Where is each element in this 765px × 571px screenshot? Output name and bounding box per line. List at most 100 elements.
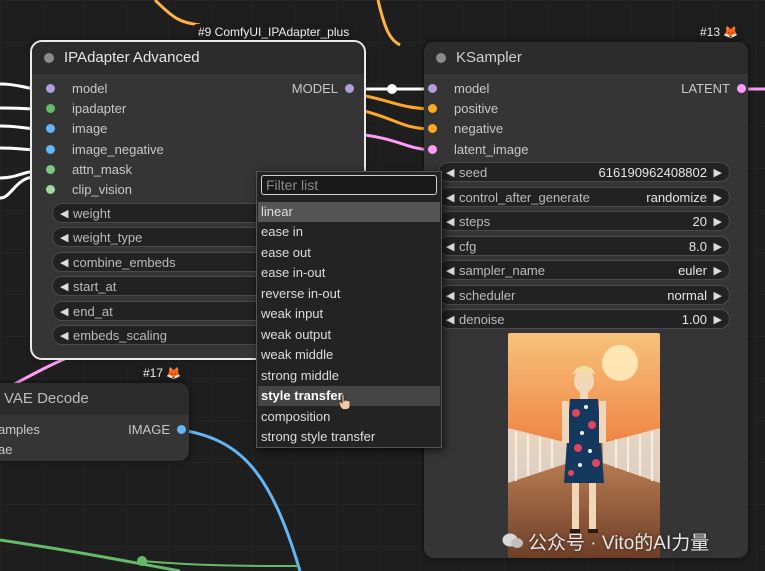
slot-dot[interactable]: [46, 185, 55, 194]
slot-dot[interactable]: [428, 145, 437, 154]
increment-arrow-icon[interactable]: ▶: [714, 237, 722, 257]
input-slot-model[interactable]: model: [46, 80, 107, 98]
vae-node-badge: #17 🦊: [138, 365, 187, 382]
slot-dot[interactable]: [46, 84, 55, 93]
slot-label: image_negative: [72, 142, 164, 157]
input-slot-model[interactable]: model: [428, 80, 489, 98]
widget-label: sampler_name: [459, 263, 545, 278]
menu-item[interactable]: composition: [258, 407, 440, 427]
slot-label: negative: [454, 121, 504, 136]
widget-value: 8.0: [688, 239, 707, 254]
fox-icon: 🦊: [166, 366, 182, 380]
input-slot-negative[interactable]: negative: [428, 120, 503, 138]
menu-item[interactable]: linear: [258, 202, 440, 222]
slot-dot[interactable]: [428, 124, 437, 133]
slot-dot[interactable]: [46, 145, 55, 154]
filter-input[interactable]: Filter list: [261, 175, 437, 195]
input-slot-ipadapter[interactable]: ipadapter: [46, 100, 126, 118]
ksampler-node-header[interactable]: KSampler: [424, 42, 748, 74]
output-slot-image[interactable]: IMAGE: [128, 421, 186, 439]
vae-node-header[interactable]: VAE Decode: [0, 383, 189, 415]
menu-item[interactable]: weak input: [258, 304, 440, 324]
decrement-arrow-icon[interactable]: ◀: [446, 188, 454, 208]
widget-value: 616190962408802: [598, 165, 707, 180]
input-slot-image[interactable]: image: [46, 120, 107, 138]
increment-arrow-icon[interactable]: ▶: [714, 261, 722, 281]
input-slot-vae[interactable]: ae: [0, 441, 12, 459]
output-slot-model[interactable]: MODEL: [292, 80, 354, 98]
widget-scheduler[interactable]: ◀ scheduler normal ▶: [438, 285, 730, 305]
node-collapse-dot[interactable]: [44, 53, 54, 63]
menu-item[interactable]: strong style transfer: [258, 427, 440, 447]
wechat-icon: [502, 533, 523, 548]
decrement-arrow-icon[interactable]: ◀: [60, 253, 68, 273]
widget-label: end_at: [73, 304, 113, 319]
decrement-arrow-icon[interactable]: ◀: [60, 204, 68, 224]
increment-arrow-icon[interactable]: ▶: [714, 188, 722, 208]
menu-item[interactable]: reverse in-out: [258, 284, 440, 304]
decrement-arrow-icon[interactable]: ◀: [60, 277, 68, 297]
slot-dot[interactable]: [737, 84, 746, 93]
decrement-arrow-icon[interactable]: ◀: [446, 163, 454, 183]
menu-item[interactable]: ease out: [258, 243, 440, 263]
watermark: 公众号 · Vito的AI力量: [502, 528, 709, 555]
widget-denoise[interactable]: ◀ denoise 1.00 ▶: [438, 309, 730, 329]
decrement-arrow-icon[interactable]: ◀: [446, 212, 454, 232]
slot-dot[interactable]: [428, 84, 437, 93]
widget-sampler-name[interactable]: ◀ sampler_name euler ▶: [438, 260, 730, 280]
slot-dot[interactable]: [46, 104, 55, 113]
slot-label: clip_vision: [72, 182, 132, 197]
slot-label: positive: [454, 101, 499, 116]
increment-arrow-icon[interactable]: ▶: [714, 163, 722, 183]
decrement-arrow-icon[interactable]: ◀: [446, 261, 454, 281]
input-slot-attn-mask[interactable]: attn_mask: [46, 161, 132, 179]
widget-value: 1.00: [681, 312, 707, 327]
ipadapter-node-title: IPAdapter Advanced: [64, 49, 200, 66]
vae-node-title: VAE Decode: [4, 390, 89, 407]
input-slot-samples[interactable]: amples: [0, 421, 40, 439]
slot-dot[interactable]: [46, 165, 55, 174]
vae-decode-node[interactable]: VAE Decode amples ae IMAGE: [0, 383, 189, 461]
menu-item[interactable]: ease in: [258, 222, 440, 242]
node-collapse-dot[interactable]: [436, 53, 446, 63]
slot-label: MODEL: [291, 81, 338, 96]
slot-dot[interactable]: [345, 84, 354, 93]
preview-image: [508, 333, 660, 558]
widget-value: randomize: [646, 190, 707, 205]
widget-label: start_at: [73, 279, 117, 294]
widget-steps[interactable]: ◀ steps 20 ▶: [438, 211, 730, 231]
widget-seed[interactable]: ◀ seed 616190962408802 ▶: [438, 162, 730, 182]
slot-dot[interactable]: [428, 104, 437, 113]
slot-label: ipadapter: [72, 101, 127, 116]
input-slot-image-negative[interactable]: image_negative: [46, 141, 164, 159]
increment-arrow-icon[interactable]: ▶: [714, 212, 722, 232]
ipadapter-node-header[interactable]: IPAdapter Advanced: [32, 42, 364, 74]
widget-label: steps: [459, 214, 491, 229]
menu-item[interactable]: strong middle: [258, 366, 440, 386]
slot-dot[interactable]: [46, 124, 55, 133]
widget-label: denoise: [459, 312, 505, 327]
decrement-arrow-icon[interactable]: ◀: [60, 228, 68, 248]
input-slot-positive[interactable]: positive: [428, 100, 498, 118]
input-slot-latent-image[interactable]: latent_image: [428, 141, 528, 159]
output-slot-latent[interactable]: LATENT: [681, 80, 746, 98]
menu-item[interactable]: weak middle: [258, 345, 440, 365]
widget-cfg[interactable]: ◀ cfg 8.0 ▶: [438, 236, 730, 256]
decrement-arrow-icon[interactable]: ◀: [446, 237, 454, 257]
widget-value: 20: [692, 214, 707, 229]
menu-item[interactable]: weak output: [258, 325, 440, 345]
input-slot-clip-vision[interactable]: clip_vision: [46, 181, 132, 199]
decrement-arrow-icon[interactable]: ◀: [446, 310, 454, 330]
slot-label: amples: [0, 422, 40, 437]
widget-label: weight: [73, 206, 111, 221]
decrement-arrow-icon[interactable]: ◀: [446, 286, 454, 306]
decrement-arrow-icon[interactable]: ◀: [60, 326, 68, 346]
ksampler-node-badge: #13 🦊: [695, 24, 744, 41]
decrement-arrow-icon[interactable]: ◀: [60, 302, 68, 322]
increment-arrow-icon[interactable]: ▶: [714, 286, 722, 306]
slot-dot[interactable]: [177, 425, 186, 434]
menu-item[interactable]: ease in-out: [258, 263, 440, 283]
increment-arrow-icon[interactable]: ▶: [714, 310, 722, 330]
slot-label: image: [72, 121, 108, 136]
widget-control-after-generate[interactable]: ◀ control_after_generate randomize ▶: [438, 187, 730, 207]
